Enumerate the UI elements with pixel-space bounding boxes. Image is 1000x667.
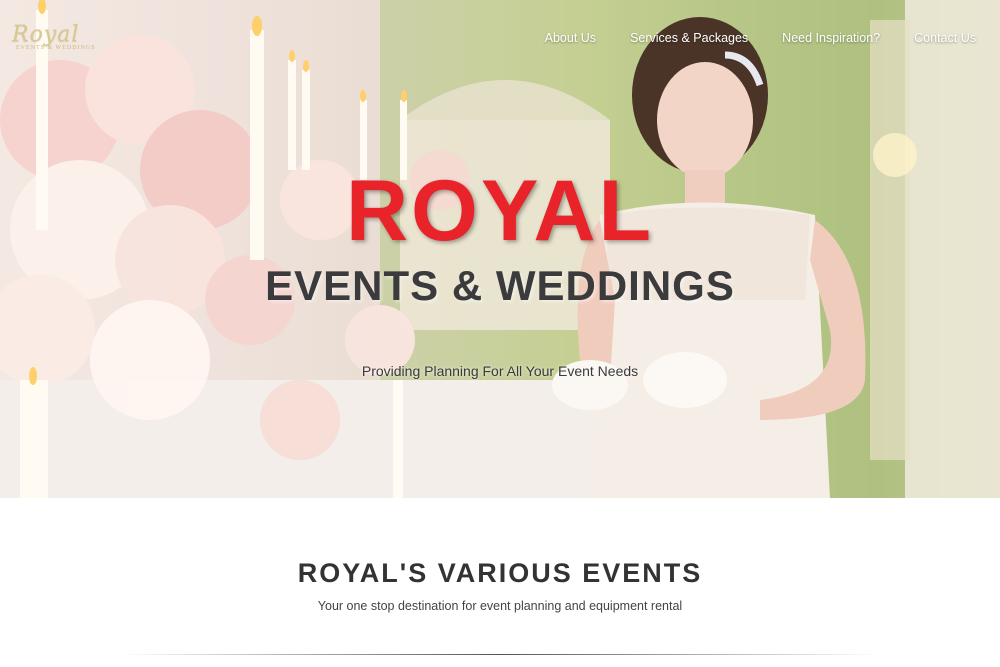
logo-script-text: Royal bbox=[12, 22, 80, 47]
nav-about-us[interactable]: About Us bbox=[545, 31, 596, 45]
nav-need-inspiration[interactable]: Need Inspiration? bbox=[782, 31, 880, 45]
nav-services-packages[interactable]: Services & Packages bbox=[630, 31, 748, 45]
section-title: ROYAL'S VARIOUS EVENTS bbox=[297, 558, 703, 588]
brand-logo[interactable]: Royal EVENTS & WEDDINGS bbox=[10, 22, 105, 54]
section-divider bbox=[120, 654, 880, 655]
section-subtitle: Your one stop destination for event plan… bbox=[317, 599, 683, 613]
hero-banner: Royal EVENTS & WEDDINGS About Us Service… bbox=[0, 0, 1000, 498]
logo-subtitle-text: EVENTS & WEDDINGS bbox=[16, 45, 96, 51]
main-nav: About Us Services & Packages Need Inspir… bbox=[545, 31, 976, 45]
hero-tagline: Providing Planning For All Your Event Ne… bbox=[361, 363, 639, 379]
nav-contact-us[interactable]: Contact Us bbox=[914, 31, 976, 45]
hero-title: ROYAL bbox=[345, 163, 655, 259]
events-section: ROYAL'S VARIOUS EVENTS Your one stop des… bbox=[0, 498, 1000, 667]
hero-subtitle: EVENTS & WEDDINGS bbox=[265, 262, 735, 309]
